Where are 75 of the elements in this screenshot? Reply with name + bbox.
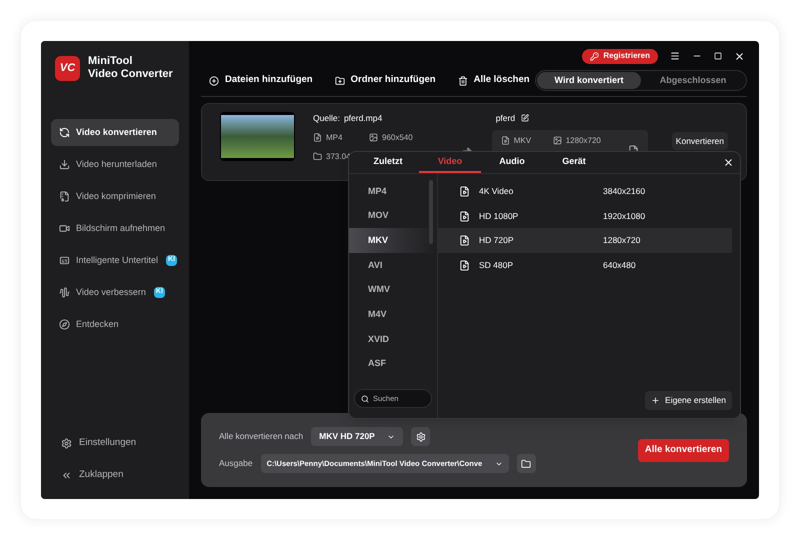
source-resolution: 960x540 [382,132,413,144]
toolbar-button[interactable]: Ordner hinzufügen [334,73,436,88]
file-icon [500,136,510,146]
download-icon [59,159,70,170]
app-name: MiniTool Video Converter [88,55,173,81]
camera-icon [59,223,70,234]
preset-row[interactable]: 4K Video 3840x2160 [438,179,732,204]
plus-icon [651,396,660,405]
output-label: Ausgabe [219,457,253,470]
close-icon[interactable] [723,157,734,168]
sidebar-item[interactable]: Entdecken [51,311,179,338]
file-icon [313,133,322,142]
sidebar-item[interactable]: Bildschirm aufnehmen [51,215,179,242]
format-item[interactable]: XVID [349,327,437,352]
preset-row[interactable]: HD 1080P 1920x1080 [438,204,732,228]
sidebar-footer-item[interactable]: Zuklappen [61,465,179,485]
preset-row[interactable]: SD 480P 640x480 [438,253,732,278]
maximize-icon[interactable] [714,52,722,60]
plus-circle-icon [209,76,219,86]
folder-icon [313,152,322,162]
convert-all-label: Alle konvertieren nach [219,430,304,443]
video-file-icon [459,186,470,197]
format-tab[interactable]: Gerät [543,152,605,173]
sidebar-item[interactable]: Video komprimieren [51,183,179,210]
format-item[interactable]: AVI [349,253,437,278]
video-file-icon [459,235,470,246]
subtitles-icon [59,255,70,266]
trash-icon [458,76,468,86]
format-item[interactable]: ASF [349,352,437,376]
waveform-icon [59,287,70,298]
resolution-icon [369,133,378,142]
convert-button[interactable]: Konvertieren [672,132,728,150]
status-tab[interactable]: Abgeschlossen [641,72,745,89]
toolbar-button[interactable]: Alle löschen [458,73,530,88]
settings-icon [61,438,72,448]
output-filename: pferd [496,112,516,125]
format-item[interactable]: MP4 [349,179,437,204]
double-chevron-icon [61,470,72,480]
resolution-icon [552,136,562,146]
close-icon[interactable] [734,50,745,62]
convert-icon [59,127,70,138]
folder-icon [521,458,532,468]
target-format-dropdown[interactable]: MKV HD 720P [311,427,404,446]
output-format: MKV [514,134,532,147]
sidebar-item[interactable]: Video herunterladen [51,151,179,178]
format-tab[interactable]: Zuletzt [357,152,419,173]
settings-button[interactable] [411,427,430,446]
preset-row[interactable]: HD 720P 1280x720 [438,228,732,254]
folder-button[interactable] [516,454,536,473]
source-label: Quelle: [313,112,340,125]
search-icon [361,394,369,402]
create-custom-button[interactable]: Eigene erstellen [645,391,732,410]
compress-icon [59,191,70,202]
edit-icon[interactable] [521,114,530,122]
settings-icon [416,432,426,442]
compass-icon [59,319,70,330]
register-button[interactable]: Registrieren [582,48,658,64]
source-format: MP4 [326,132,342,144]
sidebar-item[interactable]: Video konvertieren [51,119,179,146]
format-item[interactable]: M4V [349,302,437,328]
video-file-icon [459,210,470,222]
format-tab[interactable]: Video [419,152,481,173]
key-icon [590,52,600,60]
source-filename: pferd.mp4 [344,112,382,125]
sidebar-footer-item[interactable]: Einstellungen [61,433,179,453]
folder-plus-icon [334,76,345,86]
toolbar-button[interactable]: Dateien hinzufügen [209,73,313,88]
app-logo: VC [55,56,80,80]
menu-icon[interactable] [670,51,680,61]
convert-all-button[interactable]: Alle konvertieren [638,438,729,462]
format-item[interactable]: WMV [349,278,437,302]
output-resolution: 1280x720 [566,134,601,147]
video-file-icon [459,260,470,271]
status-tab[interactable]: Wird konvertiert [537,72,641,89]
format-item[interactable]: MOV [349,204,437,228]
